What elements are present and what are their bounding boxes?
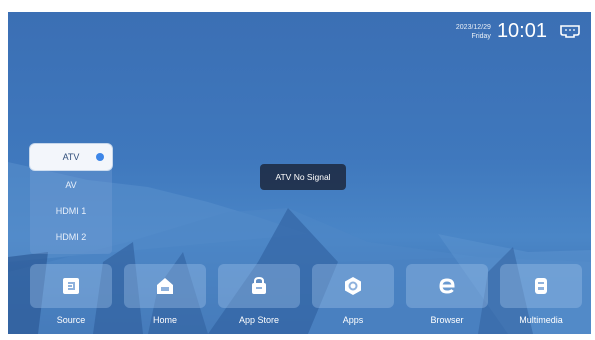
date-text: 2023/12/29 xyxy=(455,23,491,31)
dock-label: App Store xyxy=(238,315,280,325)
status-bar: 2023/12/29 Friday 10:01 xyxy=(456,20,581,43)
source-item-label: ATV xyxy=(62,152,80,162)
no-signal-toast: ATV No Signal xyxy=(260,164,346,190)
source-item-hdmi2[interactable]: HDMI 2 xyxy=(30,224,112,250)
source-item-hdmi1[interactable]: HDMI 1 xyxy=(30,198,112,224)
toast-message: ATV No Signal xyxy=(275,172,331,182)
source-item-av[interactable]: AV xyxy=(30,172,112,198)
source-item-label: HDMI 2 xyxy=(55,232,87,242)
dock-item-apps[interactable]: Apps xyxy=(312,264,394,325)
app-store-tile[interactable] xyxy=(218,264,300,308)
source-item-label: HDMI 1 xyxy=(55,206,87,216)
home-tile[interactable] xyxy=(124,264,206,308)
date-display: 2023/12/29 Friday xyxy=(456,23,491,41)
dock-item-home[interactable]: Home xyxy=(124,264,206,325)
browser-tile[interactable] xyxy=(406,264,488,308)
dock-label: Source xyxy=(56,315,86,325)
apps-tile[interactable] xyxy=(312,264,394,308)
browser-icon xyxy=(439,278,455,294)
selected-indicator-icon xyxy=(96,153,104,161)
apps-icon xyxy=(345,277,361,295)
dock-label: Multimedia xyxy=(519,315,563,325)
input-source-menu: ATV AV HDMI 1 HDMI 2 xyxy=(30,144,112,254)
source-item-label: AV xyxy=(65,180,77,190)
ethernet-icon xyxy=(560,24,580,38)
weekday-text: Friday xyxy=(471,32,491,40)
dock-item-app-store[interactable]: App Store xyxy=(218,264,300,325)
app-store-icon xyxy=(252,276,266,294)
source-tile[interactable] xyxy=(30,264,112,308)
dock-label: Home xyxy=(152,315,177,325)
tv-screen: 2023/12/29 Friday 10:01 ATV AV HDMI 1 HD… xyxy=(8,12,591,334)
dock-item-browser[interactable]: Browser xyxy=(406,264,488,325)
source-item-atv[interactable]: ATV xyxy=(30,144,112,170)
home-icon xyxy=(157,278,173,294)
dock-item-multimedia[interactable]: Multimedia xyxy=(500,264,582,325)
multimedia-icon xyxy=(535,278,547,294)
multimedia-tile[interactable] xyxy=(500,264,582,308)
dock-label: Apps xyxy=(342,315,364,325)
clock: 10:01 xyxy=(496,20,547,42)
app-dock: Source Home App Store Apps Browser Multi… xyxy=(30,264,583,329)
dock-item-source[interactable]: Source xyxy=(30,264,112,325)
source-icon xyxy=(63,278,79,294)
dock-label: Browser xyxy=(430,315,464,325)
